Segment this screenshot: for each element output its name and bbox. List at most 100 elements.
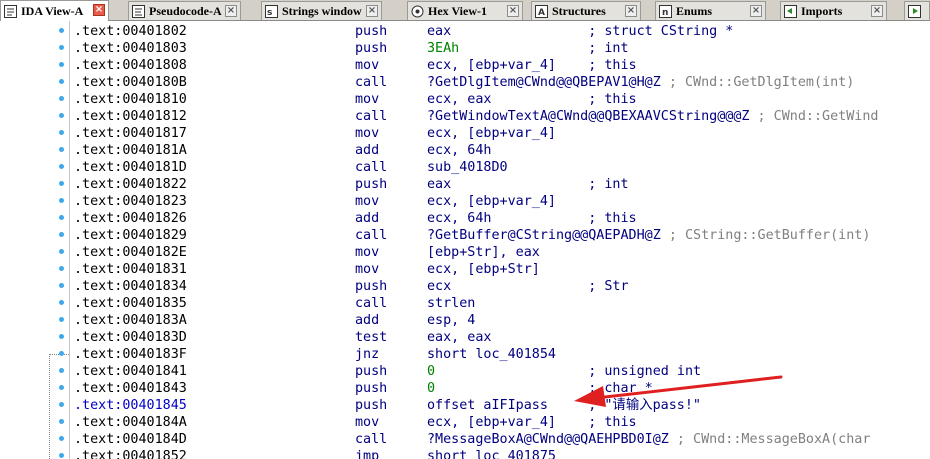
disassembly-line[interactable]: .text:0040184D call ?MessageBoxA@CWnd@@QAE… bbox=[0, 431, 930, 448]
disassembly-line[interactable]: .text:00401834 push ecx ; Str bbox=[0, 278, 930, 295]
disassembly-line[interactable]: .text:00401845 push offset aIFIpass ; "请输入… bbox=[0, 397, 930, 414]
disassembly-line[interactable]: .text:00401826 add ecx, 64h ; this bbox=[0, 210, 930, 227]
disassembly-line[interactable]: .text:00401843 push 0 ; char * bbox=[0, 380, 930, 397]
operand-text[interactable]: ?MessageBoxA@CWnd@@QAEHPBD0I@Z bbox=[427, 432, 669, 447]
line-operands[interactable]: 0 ; char * bbox=[427, 380, 653, 397]
disassembly-listing[interactable]: .text:00401802 push eax ; struct CString *… bbox=[0, 21, 930, 459]
gutter-dot bbox=[59, 198, 64, 203]
disassembly-line[interactable]: .text:00401823 mov ecx, [ebp+var_4] bbox=[0, 193, 930, 210]
disassembly-line[interactable]: .text:00401829 call ?GetBuffer@CString@@QA… bbox=[0, 227, 930, 244]
operand-text[interactable]: ?GetWindowTextA@CWnd@@QBEXAAVCString@@@Z bbox=[427, 109, 749, 124]
tab-pseudocode-a[interactable]: Pseudocode-A × bbox=[128, 1, 241, 20]
operand-text[interactable]: strlen bbox=[427, 296, 475, 311]
disassembly-line[interactable]: .text:00401835 call strlen bbox=[0, 295, 930, 312]
operand-text[interactable]: esp, 4 bbox=[427, 313, 475, 328]
tab-imports[interactable]: Imports × bbox=[780, 1, 887, 20]
tab-close-button[interactable]: × bbox=[93, 4, 105, 16]
operand-text[interactable]: ecx, [ebp+Str] bbox=[427, 262, 540, 277]
line-address: .text:00401817 bbox=[74, 126, 187, 141]
disassembly-line[interactable]: .text:0040180B call ?GetDlgItem@CWnd@@QBEP… bbox=[0, 74, 930, 91]
disassembly-line[interactable]: .text:00401803 push 3EAh ; int bbox=[0, 40, 930, 57]
line-operands[interactable]: short loc_401875 bbox=[427, 448, 556, 459]
line-operands[interactable]: ecx, [ebp+var_4] ; this bbox=[427, 57, 637, 74]
disassembly-line[interactable]: .text:0040183A add esp, 4 bbox=[0, 312, 930, 329]
disassembly-line[interactable]: .text:0040181A add ecx, 64h bbox=[0, 142, 930, 159]
line-operands[interactable]: sub_4018D0 bbox=[427, 159, 508, 176]
line-operands[interactable]: ecx, 64h ; this bbox=[427, 210, 637, 227]
hex-view-icon bbox=[411, 5, 424, 18]
line-operands[interactable]: offset aIFIpass ; "请输入pass!" bbox=[427, 397, 701, 414]
disassembly-line[interactable]: .text:00401812 call ?GetWindowTextA@CWnd@@… bbox=[0, 108, 930, 125]
disassembly-line[interactable]: .text:00401852 jmp short loc_401875 bbox=[0, 448, 930, 459]
disassembly-line[interactable]: .text:0040183F jnz short loc_401854 bbox=[0, 346, 930, 363]
tab-strings-window[interactable]: s Strings window × bbox=[261, 1, 382, 20]
line-operands[interactable]: esp, 4 bbox=[427, 312, 475, 329]
operand-text[interactable]: 3EAh bbox=[427, 41, 459, 56]
disassembly-line[interactable]: .text:0040183D test eax, eax bbox=[0, 329, 930, 346]
line-operands[interactable]: ?GetDlgItem@CWnd@@QBEPAV1@H@Z ; CWnd::Ge… bbox=[427, 74, 854, 91]
operand-text[interactable]: ecx bbox=[427, 279, 451, 294]
line-operands[interactable]: ecx, 64h bbox=[427, 142, 492, 159]
disassembly-line[interactable]: .text:00401808 mov ecx, [ebp+var_4] ; this bbox=[0, 57, 930, 74]
line-operands[interactable]: 3EAh ; int bbox=[427, 40, 629, 57]
operand-text[interactable]: ecx, 64h bbox=[427, 143, 492, 158]
tab-close-button[interactable]: × bbox=[625, 5, 637, 17]
operand-text[interactable]: ecx, eax bbox=[427, 92, 492, 107]
operand-text[interactable]: short loc_401854 bbox=[427, 347, 556, 362]
operand-text[interactable]: eax, eax bbox=[427, 330, 492, 345]
tab-exports[interactable] bbox=[904, 1, 930, 20]
operand-text[interactable]: ecx, [ebp+var_4] bbox=[427, 415, 556, 430]
line-operands[interactable]: ?GetWindowTextA@CWnd@@QBEXAAVCString@@@Z… bbox=[427, 108, 878, 125]
line-operands[interactable]: eax, eax bbox=[427, 329, 492, 346]
line-comment: ; this bbox=[588, 58, 637, 73]
line-operands[interactable]: [ebp+Str], eax bbox=[427, 244, 540, 261]
disassembly-line[interactable]: .text:00401817 mov ecx, [ebp+var_4] bbox=[0, 125, 930, 142]
line-operands[interactable]: eax ; int bbox=[427, 176, 629, 193]
operand-text[interactable]: 0 bbox=[427, 364, 435, 379]
disassembly-line[interactable]: .text:00401802 push eax ; struct CString * bbox=[0, 23, 930, 40]
disassembly-line[interactable]: .text:00401841 push 0 ; unsigned int bbox=[0, 363, 930, 380]
operand-text[interactable]: ecx, [ebp+var_4] bbox=[427, 58, 556, 73]
tab-structures[interactable]: A Structures × bbox=[531, 1, 641, 20]
tab-close-button[interactable]: × bbox=[871, 5, 883, 17]
disassembly-line[interactable]: .text:0040182E mov [ebp+Str], eax bbox=[0, 244, 930, 261]
tab-close-button[interactable]: × bbox=[750, 5, 762, 17]
line-operands[interactable]: ecx, [ebp+var_4] ; this bbox=[427, 414, 637, 431]
operand-text[interactable]: ?GetBuffer@CString@@QAEPADH@Z bbox=[427, 228, 661, 243]
tab-close-button[interactable]: × bbox=[366, 5, 378, 17]
tab-hex-view-1[interactable]: Hex View-1 × bbox=[407, 1, 523, 20]
operand-text[interactable]: eax bbox=[427, 24, 451, 39]
line-operands[interactable]: ecx ; Str bbox=[427, 278, 629, 295]
tab-ida-view-a[interactable]: IDA View-A × bbox=[0, 0, 109, 21]
operand-text[interactable]: short loc_401875 bbox=[427, 449, 556, 459]
line-operands[interactable]: short loc_401854 bbox=[427, 346, 556, 363]
gutter-dot bbox=[59, 453, 64, 458]
line-operands[interactable]: ecx, [ebp+Str] bbox=[427, 261, 540, 278]
disassembly-line[interactable]: .text:0040181D call sub_4018D0 bbox=[0, 159, 930, 176]
operand-text[interactable]: ecx, [ebp+var_4] bbox=[427, 126, 556, 141]
line-operands[interactable]: ?GetBuffer@CString@@QAEPADH@Z ; CString:… bbox=[427, 227, 870, 244]
line-operands[interactable]: strlen bbox=[427, 295, 475, 312]
disassembly-line[interactable]: .text:0040184A mov ecx, [ebp+var_4] ; this bbox=[0, 414, 930, 431]
line-operands[interactable]: ecx, [ebp+var_4] bbox=[427, 125, 556, 142]
disassembly-line[interactable]: .text:00401810 mov ecx, eax ; this bbox=[0, 91, 930, 108]
tab-close-button[interactable]: × bbox=[507, 5, 519, 17]
line-mnemonic: push bbox=[355, 279, 388, 294]
operand-text[interactable]: [ebp+Str], eax bbox=[427, 245, 540, 260]
operand-text[interactable]: eax bbox=[427, 177, 451, 192]
line-operands[interactable]: ?MessageBoxA@CWnd@@QAEHPBD0I@Z ; CWnd::M… bbox=[427, 431, 870, 448]
operand-text[interactable]: 0 bbox=[427, 381, 435, 396]
line-operands[interactable]: ecx, eax ; this bbox=[427, 91, 637, 108]
operand-text[interactable]: ecx, 64h bbox=[427, 211, 492, 226]
line-operands[interactable]: 0 ; unsigned int bbox=[427, 363, 701, 380]
operand-text[interactable]: ?GetDlgItem@CWnd@@QBEPAV1@H@Z bbox=[427, 75, 661, 90]
tab-enums[interactable]: n Enums × bbox=[655, 1, 766, 20]
line-operands[interactable]: ecx, [ebp+var_4] bbox=[427, 193, 556, 210]
operand-text[interactable]: sub_4018D0 bbox=[427, 160, 508, 175]
disassembly-line[interactable]: .text:00401831 mov ecx, [ebp+Str] bbox=[0, 261, 930, 278]
tab-close-button[interactable]: × bbox=[225, 5, 237, 17]
operand-text[interactable]: ecx, [ebp+var_4] bbox=[427, 194, 556, 209]
line-operands[interactable]: eax ; struct CString * bbox=[427, 23, 733, 40]
operand-text[interactable]: offset aIFIpass bbox=[427, 398, 548, 413]
disassembly-line[interactable]: .text:00401822 push eax ; int bbox=[0, 176, 930, 193]
